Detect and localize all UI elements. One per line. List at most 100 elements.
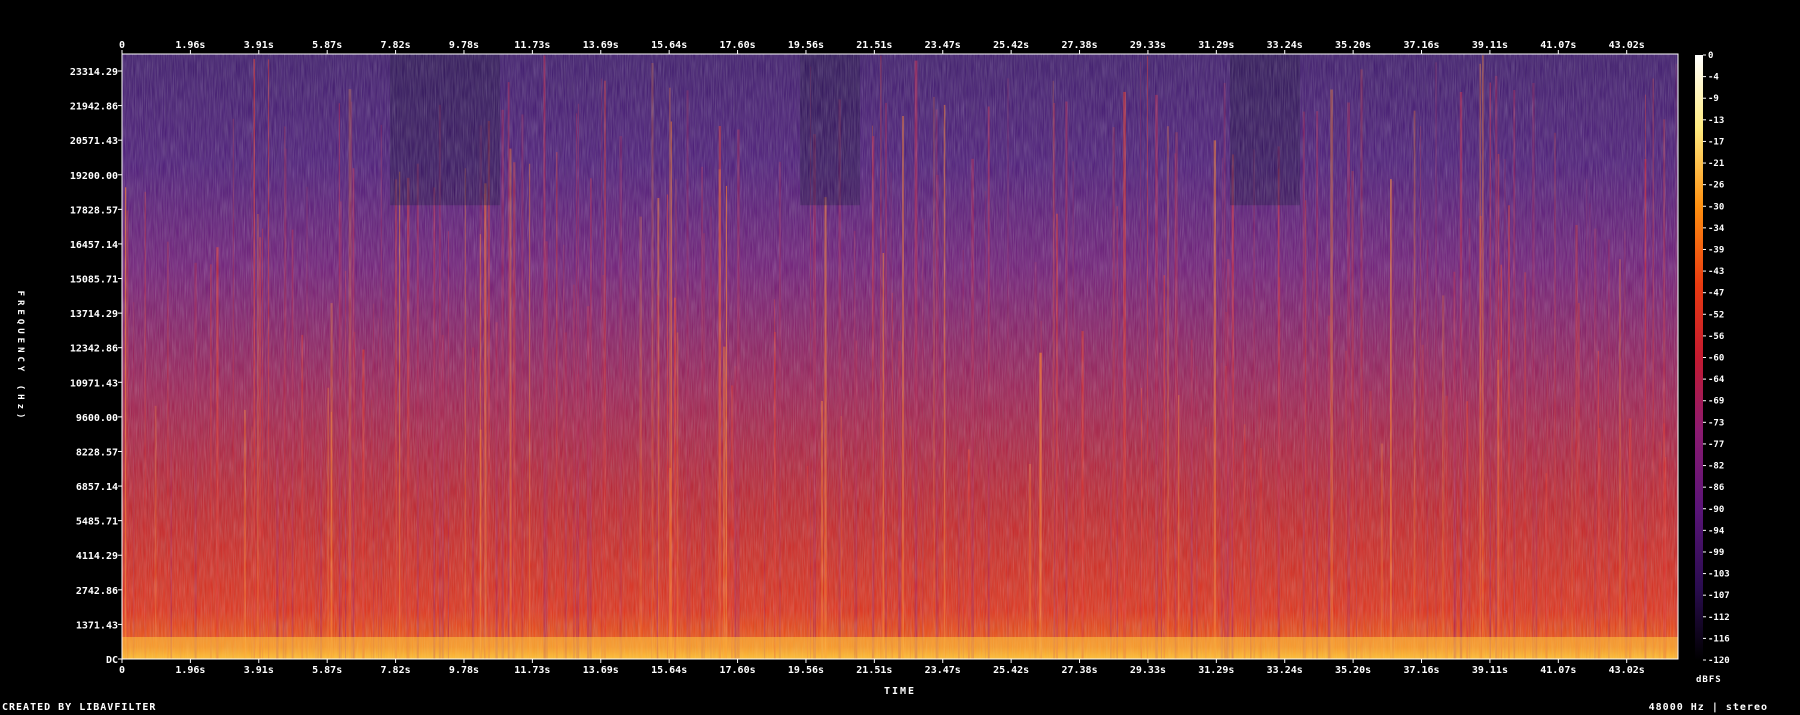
x-tick-label-top: 1.96s <box>175 40 205 51</box>
x-tick-label-bottom: 41.07s <box>1540 665 1576 676</box>
x-tick-label-bottom: 17.60s <box>719 665 755 676</box>
x-tick-label-top: 0 <box>119 40 125 51</box>
colorbar: 0 -4 -9 -13 -17 -21 -26 -30 -34 -39 -43 -47 -52 -56 -6… <box>1695 51 1730 685</box>
x-tick-label-top: 15.64s <box>651 40 687 51</box>
x-tick-label-top: 35.20s <box>1335 40 1371 51</box>
x-tick-label-top: 11.73s <box>514 40 550 51</box>
colorbar-tick-label: -43 <box>1708 267 1724 277</box>
y-tick-label: 20571.43 <box>70 136 118 147</box>
colorbar-tick-label: -26 <box>1708 181 1724 191</box>
spectrogram-chart: 0 1.96s 3.91s 5.87s 7.82s 9.78s 11.73s 13.69s 15… <box>15 40 1730 697</box>
y-tick-label: 1371.43 <box>76 620 118 631</box>
x-tick-label-bottom: 29.33s <box>1130 665 1166 676</box>
y-axis-label: FREQUENCY (Hz) <box>15 291 25 423</box>
x-tick-label-bottom: 25.42s <box>993 665 1029 676</box>
x-tick-label-bottom: 31.29s <box>1198 665 1234 676</box>
x-tick-label-top: 7.82s <box>381 40 411 51</box>
x-tick-label-bottom: 15.64s <box>651 665 687 676</box>
x-tick-label-top: 19.56s <box>788 40 824 51</box>
x-tick-label-bottom: 0 <box>119 665 125 676</box>
colorbar-tick-label: -73 <box>1708 418 1724 428</box>
colorbar-tick-label: -13 <box>1708 116 1724 126</box>
x-tick-label-top: 43.02s <box>1609 40 1645 51</box>
x-tick-label-top: 9.78s <box>449 40 479 51</box>
colorbar-tick-label: -69 <box>1708 397 1724 407</box>
x-tick-label-top: 5.87s <box>312 40 342 51</box>
x-tick-label-top: 31.29s <box>1198 40 1234 51</box>
colorbar-tick-label: -112 <box>1708 613 1730 623</box>
y-tick-label: 16457.14 <box>70 240 118 251</box>
x-tick-label-bottom: 27.38s <box>1061 665 1097 676</box>
footer-created-by: CREATED BY LIBAVFILTER <box>2 702 157 713</box>
colorbar-tick-label: -21 <box>1708 159 1724 169</box>
x-axis-bottom: 0 1.96s 3.91s 5.87s 7.82s 9.78s 11.73s 13.69s 15… <box>119 659 1645 676</box>
y-tick-label: 23314.29 <box>70 67 118 78</box>
colorbar-tick-label: -30 <box>1708 202 1724 212</box>
colorbar-tick-label: -77 <box>1708 440 1724 450</box>
colorbar-tick-label: -60 <box>1708 354 1724 364</box>
x-tick-label-top: 33.24s <box>1267 40 1303 51</box>
x-tick-label-top: 41.07s <box>1540 40 1576 51</box>
x-tick-label-bottom: 9.78s <box>449 665 479 676</box>
y-axis: 23314.29 21942.86 20571.43 19200.00 17828.57… <box>70 67 122 666</box>
y-tick-label: 12342.86 <box>70 344 118 355</box>
colorbar-tick-label: -4 <box>1708 73 1719 83</box>
colorbar-ticks: 0 -4 -9 -13 -17 -21 -26 -30 -34 -39 -43 -47 -52 -56 -6… <box>1703 51 1730 666</box>
colorbar-tick-label: -82 <box>1708 462 1724 472</box>
colorbar-unit-label: dBFS <box>1696 675 1722 685</box>
x-tick-label-bottom: 43.02s <box>1609 665 1645 676</box>
x-tick-label-top: 37.16s <box>1403 40 1439 51</box>
y-tick-label: 2742.86 <box>76 586 118 597</box>
y-tick-label: 10971.43 <box>70 378 118 389</box>
colorbar-tick-label: -99 <box>1708 548 1724 558</box>
x-tick-label-bottom: 5.87s <box>312 665 342 676</box>
x-tick-label-bottom: 19.56s <box>788 665 824 676</box>
colorbar-tick-label: -47 <box>1708 289 1724 299</box>
x-tick-label-bottom: 37.16s <box>1403 665 1439 676</box>
x-axis-top: 0 1.96s 3.91s 5.87s 7.82s 9.78s 11.73s 13.69s 15… <box>119 40 1645 54</box>
spectrogram-low-frequency-band <box>122 637 1678 659</box>
colorbar-tick-label: -34 <box>1708 224 1725 234</box>
y-tick-label: 17828.57 <box>70 205 118 216</box>
colorbar-tick-label: -9 <box>1708 94 1719 104</box>
colorbar-tick-label: 0 <box>1708 51 1713 61</box>
x-tick-label-bottom: 39.11s <box>1472 665 1508 676</box>
y-tick-label: 15085.71 <box>70 275 118 286</box>
colorbar-tick-label: -52 <box>1708 310 1724 320</box>
x-tick-label-bottom: 21.51s <box>856 665 892 676</box>
y-tick-label: 21942.86 <box>70 102 118 113</box>
y-tick-label: 19200.00 <box>70 171 118 182</box>
colorbar-tick-label: -120 <box>1708 656 1730 666</box>
x-tick-label-top: 23.47s <box>925 40 961 51</box>
x-tick-label-bottom: 23.47s <box>925 665 961 676</box>
colorbar-tick-label: -56 <box>1708 332 1724 342</box>
x-axis-label: TIME <box>884 686 916 697</box>
x-tick-label-bottom: 3.91s <box>244 665 274 676</box>
x-tick-label-top: 13.69s <box>583 40 619 51</box>
y-tick-label: 9600.00 <box>76 413 118 424</box>
y-tick-label: 13714.29 <box>70 309 118 320</box>
colorbar-tick-label: -86 <box>1708 483 1724 493</box>
colorbar-tick-label: -39 <box>1708 245 1724 255</box>
x-tick-label-bottom: 35.20s <box>1335 665 1371 676</box>
spectrogram-noise-texture <box>122 54 1678 659</box>
colorbar-tick-label: -94 <box>1708 526 1725 536</box>
colorbar-tick-label: -107 <box>1708 591 1730 601</box>
y-tick-label: DC <box>106 655 118 666</box>
y-tick-label: 6857.14 <box>76 482 118 493</box>
y-tick-label: 5485.71 <box>76 517 118 528</box>
x-tick-label-top: 17.60s <box>719 40 755 51</box>
colorbar-tick-label: -116 <box>1708 634 1730 644</box>
colorbar-tick-label: -90 <box>1708 505 1724 515</box>
x-tick-label-bottom: 7.82s <box>381 665 411 676</box>
y-tick-label: 4114.29 <box>76 551 118 562</box>
colorbar-tick-label: -17 <box>1708 137 1724 147</box>
x-tick-label-top: 21.51s <box>856 40 892 51</box>
footer-audio-format: 48000 Hz | stereo <box>1648 702 1768 713</box>
x-tick-label-top: 29.33s <box>1130 40 1166 51</box>
colorbar-tick-label: -64 <box>1708 375 1725 385</box>
colorbar-scale <box>1695 55 1703 660</box>
x-tick-label-top: 3.91s <box>244 40 274 51</box>
y-tick-label: 8228.57 <box>76 447 118 458</box>
x-tick-label-top: 39.11s <box>1472 40 1508 51</box>
